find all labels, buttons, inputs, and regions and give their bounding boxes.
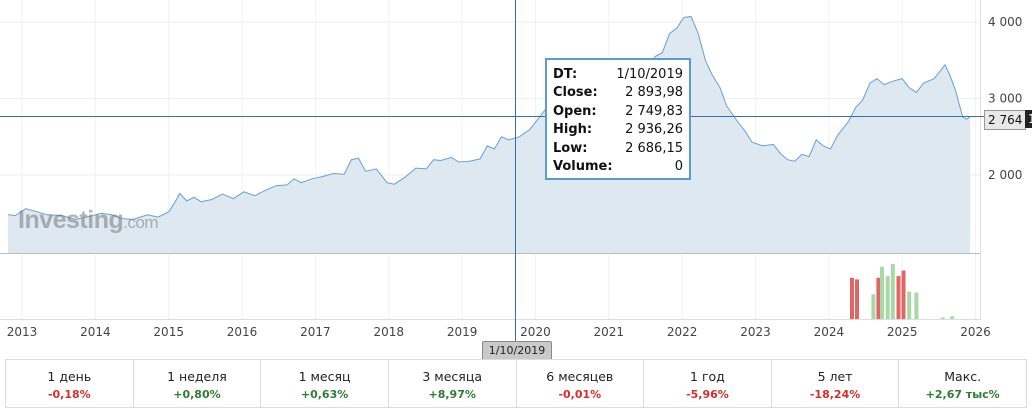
volume-bar-5 (885, 276, 890, 319)
period-1y[interactable]: 1 год -5,96% (644, 360, 772, 407)
tooltip-row-low: Low: 2 686,15 (553, 140, 683, 156)
period-performance-bar: 1 день -0,18% 1 неделя +0,80% 1 месяц +0,63… (5, 359, 1027, 408)
volume-bar-7 (896, 276, 901, 319)
period-max[interactable]: Макс. +2,67 тыс% (899, 360, 1026, 407)
x-tick-label-2020: 2020 (520, 325, 551, 339)
volume-bar-10 (914, 292, 919, 319)
x-tick-label-2019: 2019 (447, 325, 478, 339)
period-1w[interactable]: 1 неделя +0,80% (134, 360, 262, 407)
tooltip-row-volume: Volume: 0 (553, 158, 683, 174)
period-5y[interactable]: 5 лет -18,24% (772, 360, 900, 407)
current-price-change: 11 (1025, 110, 1032, 128)
volume-bar-4 (880, 266, 884, 320)
volume-bar-9 (907, 291, 912, 319)
x-tick-label-2016: 2016 (227, 325, 258, 339)
x-tick-label-2015: 2015 (153, 325, 184, 339)
y-tick-label-4000: 4 000 (988, 15, 1022, 29)
tooltip-row-date: DT: 1/10/2019 (553, 67, 683, 82)
volume-bar-8 (901, 270, 906, 319)
y-tick-label-2000: 2 000 (988, 168, 1022, 182)
volume-bar-11 (940, 317, 945, 319)
price-chart[interactable]: 2 000 3 000 4 000 2013 2014 2015 2016 2017 2018 2… (0, 0, 1032, 360)
x-tick-label-2025: 2025 (887, 325, 918, 339)
period-6m[interactable]: 6 месяцев -0,01% (517, 360, 645, 407)
period-3m[interactable]: 3 месяца +8,97% (389, 360, 517, 407)
volume-bar-0 (850, 277, 854, 320)
tooltip-row-open: Open: 2 749,83 (553, 103, 683, 119)
x-tick-label-2023: 2023 (740, 325, 771, 339)
x-tick-label-2013: 2013 (7, 325, 38, 339)
x-tick-label-2018: 2018 (373, 325, 404, 339)
x-tick-label-2026: 2026 (960, 325, 991, 339)
crosshair-date-label: 1/10/2019 (482, 341, 552, 360)
x-tick-label-2017: 2017 (300, 325, 331, 339)
volume-bar-3 (876, 277, 881, 320)
current-price-value: 2 764 (984, 110, 1027, 130)
y-tick-label-3000: 3 000 (988, 92, 1022, 106)
volume-bars (850, 264, 955, 320)
volume-bar-12 (950, 316, 955, 320)
investing-watermark: Investing.com (18, 206, 159, 234)
volume-bar-1 (855, 279, 859, 319)
volume-bar-2 (871, 294, 876, 320)
x-tick-label-2024: 2024 (814, 325, 845, 339)
x-tick-label-2022: 2022 (667, 325, 698, 339)
tooltip-row-close: Close: 2 893,98 (553, 85, 683, 101)
x-tick-label-2014: 2014 (80, 325, 111, 339)
period-1d[interactable]: 1 день -0,18% (6, 360, 134, 407)
period-1m[interactable]: 1 месяц +0,63% (261, 360, 389, 407)
x-tick-label-2021: 2021 (594, 325, 625, 339)
ohlc-tooltip: DT: 1/10/2019 Close: 2 893,98 Open: 2 749,8… (545, 58, 691, 180)
volume-bar-6 (890, 264, 895, 319)
current-price-tag: 2 76411 (984, 110, 1032, 130)
tooltip-row-high: High: 2 936,26 (553, 122, 683, 138)
